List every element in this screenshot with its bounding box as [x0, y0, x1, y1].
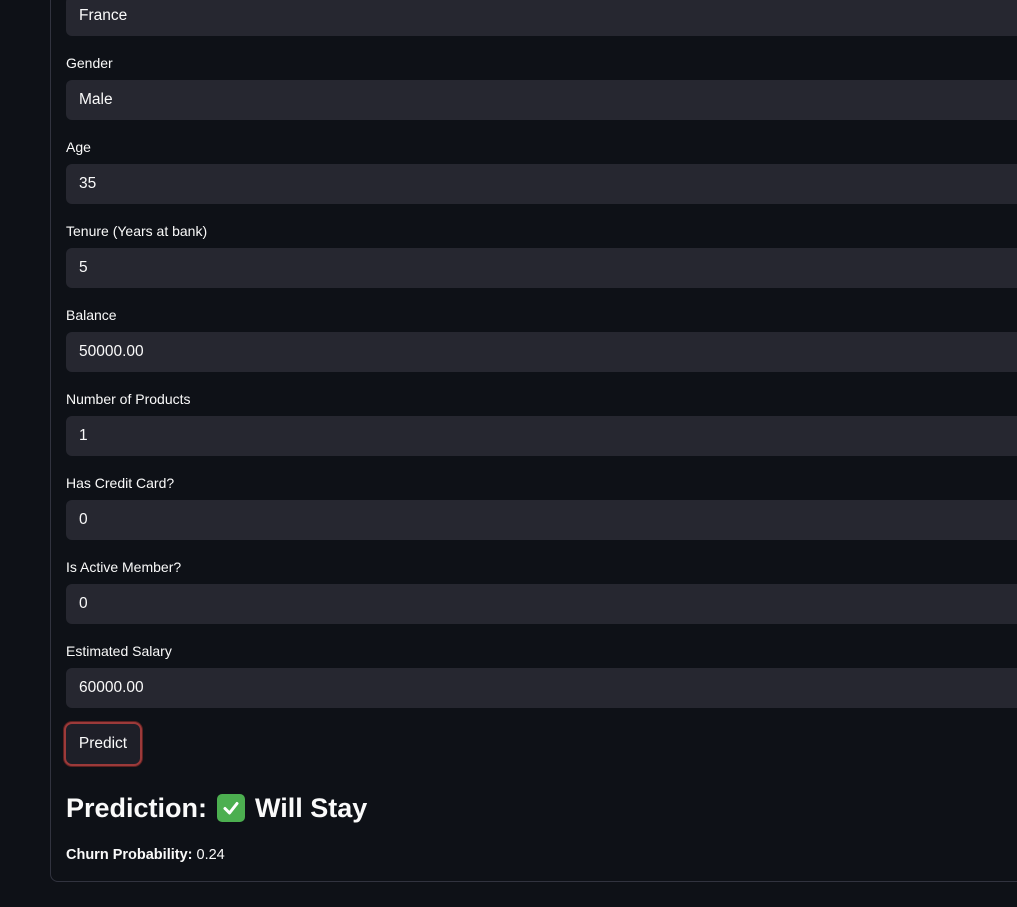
churn-probability: Churn Probability: 0.24 [66, 845, 225, 865]
has-credit-card-label: Has Credit Card? [66, 475, 175, 491]
has-credit-card-value: 0 [79, 511, 88, 528]
num-products-label: Number of Products [66, 391, 191, 407]
prediction-text: Will Stay [255, 793, 368, 823]
tenure-label: Tenure (Years at bank) [66, 223, 208, 239]
tenure-input[interactable]: 5 [66, 248, 1017, 288]
salary-label: Estimated Salary [66, 643, 172, 659]
prediction-prefix: Prediction: [66, 793, 208, 823]
gender-value: Male [79, 91, 113, 108]
salary-value: 60000.00 [79, 679, 144, 696]
tenure-value: 5 [79, 259, 88, 276]
active-member-input[interactable]: 0 [66, 584, 1017, 624]
age-label: Age [66, 139, 91, 155]
has-credit-card-input[interactable]: 0 [66, 500, 1017, 540]
age-value: 35 [79, 175, 97, 192]
num-products-value: 1 [79, 427, 88, 444]
active-member-label: Is Active Member? [66, 559, 182, 575]
prediction-heading: Prediction: Will Stay [66, 790, 367, 826]
check-mark-icon [217, 794, 246, 822]
geography-value: France [79, 7, 128, 24]
age-input[interactable]: 35 [66, 164, 1017, 204]
balance-value: 50000.00 [79, 343, 144, 360]
geography-select[interactable]: France [66, 0, 1017, 36]
gender-label: Gender [66, 55, 113, 71]
probability-label: Churn Probability: [66, 847, 193, 863]
num-products-input[interactable]: 1 [66, 416, 1017, 456]
balance-label: Balance [66, 307, 117, 323]
active-member-value: 0 [79, 595, 88, 612]
balance-input[interactable]: 50000.00 [66, 332, 1017, 372]
salary-input[interactable]: 60000.00 [66, 668, 1017, 708]
probability-value: 0.24 [196, 847, 225, 863]
gender-select[interactable]: Male [66, 80, 1017, 120]
predict-button[interactable]: Predict [64, 722, 142, 766]
